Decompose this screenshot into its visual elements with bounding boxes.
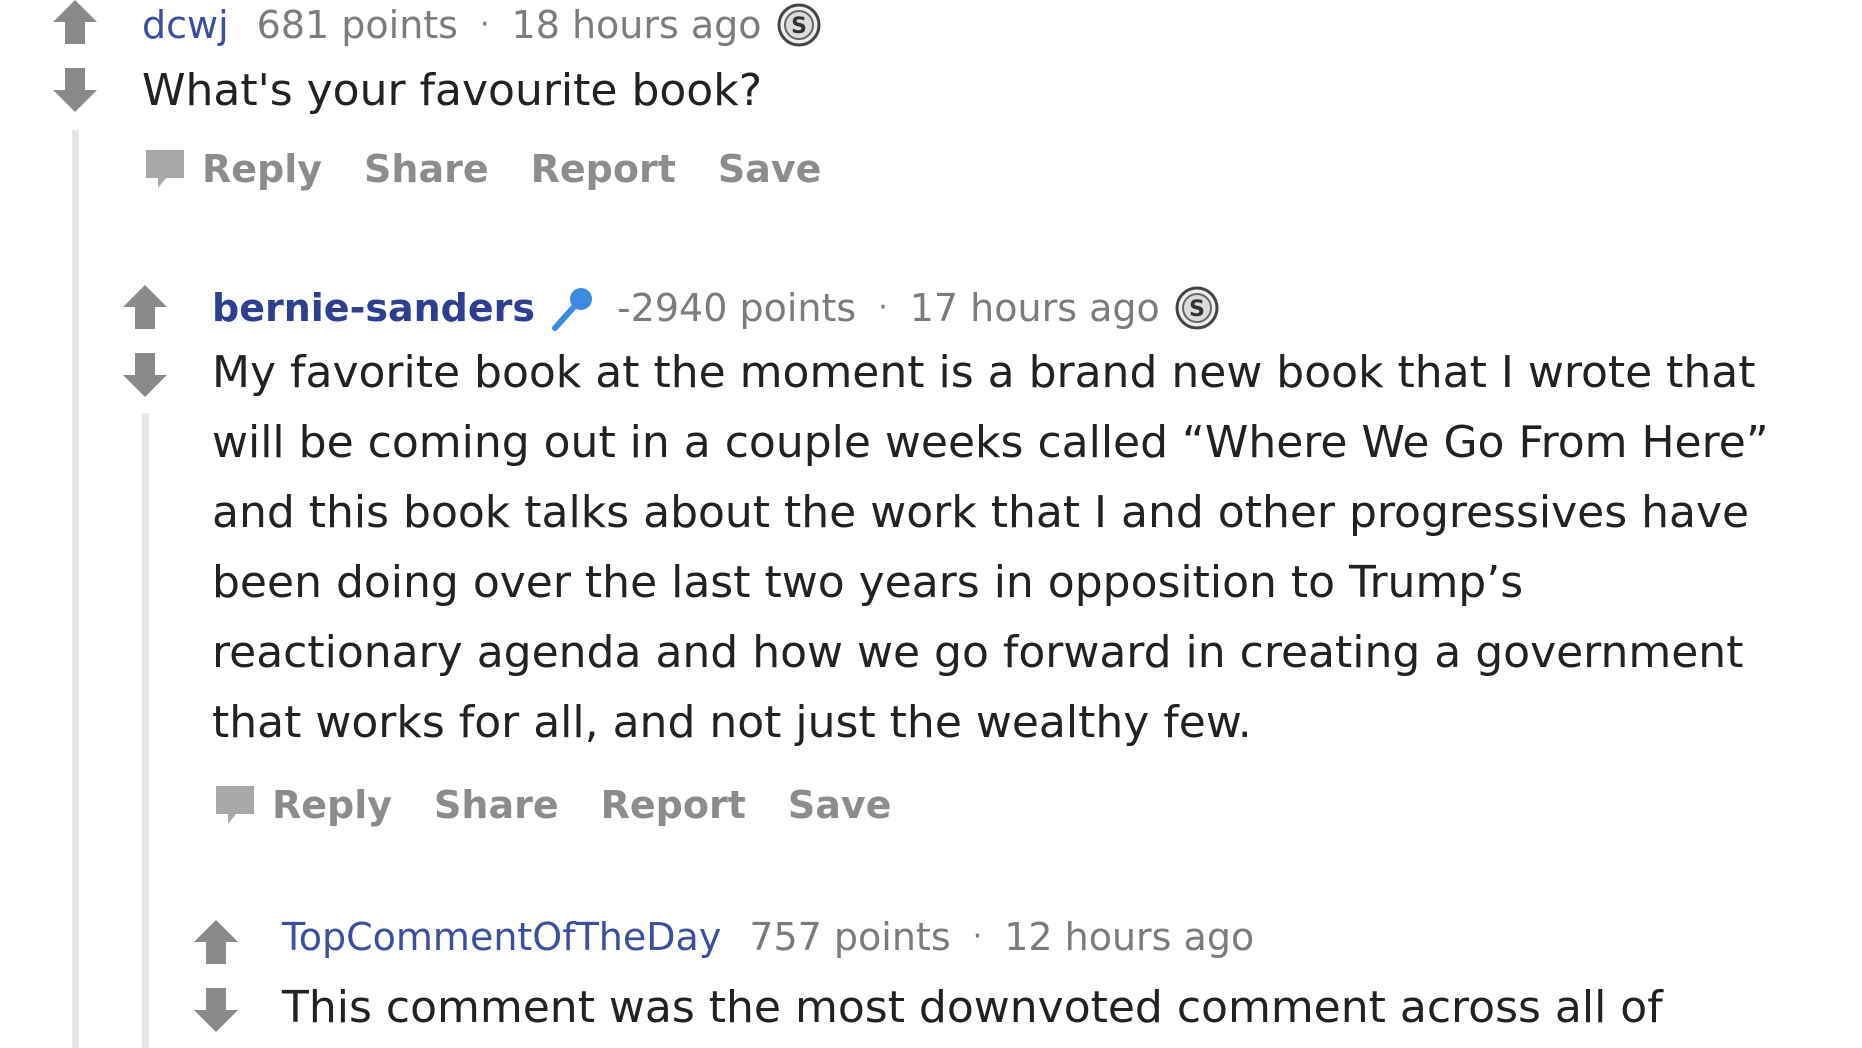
share-button[interactable]: Share <box>434 783 559 827</box>
thread-line-level-1[interactable] <box>72 130 79 1048</box>
author-link[interactable]: bernie-sanders <box>212 289 535 327</box>
points: 757 points <box>749 915 951 959</box>
silver-award-icon[interactable]: S <box>1174 285 1220 331</box>
upvote-arrow-icon[interactable] <box>121 283 169 331</box>
save-button[interactable]: Save <box>718 147 822 191</box>
author-link[interactable]: TopCommentOfTheDay <box>282 918 721 956</box>
svg-text:S: S <box>1189 297 1205 322</box>
share-button[interactable]: Share <box>364 147 489 191</box>
comment-body: My favorite book at the moment is a bran… <box>212 347 1769 748</box>
comment-body: What's your favourite book? <box>142 65 763 116</box>
comment-actions: Reply Share Report Save <box>142 146 863 192</box>
timestamp[interactable]: 18 hours ago <box>512 6 762 44</box>
comment-meta: TopCommentOfTheDay 757 points · 12 hours… <box>282 918 1254 956</box>
report-button[interactable]: Report <box>531 147 676 191</box>
author-link[interactable]: dcwj <box>142 6 229 44</box>
points: -2940 points <box>616 286 857 330</box>
comment-actions: Reply Share Report Save <box>212 782 933 828</box>
meta-separator: · <box>479 7 490 42</box>
svg-text:S: S <box>791 14 807 39</box>
timestamp[interactable]: 12 hours ago <box>1004 918 1254 956</box>
downvote-arrow-icon[interactable] <box>121 351 169 399</box>
downvote-arrow-icon[interactable] <box>51 66 99 114</box>
comment-meta: dcwj 681 points · 18 hours ago S <box>142 2 822 48</box>
silver-award-icon[interactable]: S <box>776 2 822 48</box>
reply-button[interactable]: Reply <box>272 783 392 827</box>
save-button[interactable]: Save <box>788 783 892 827</box>
comment-bubble-icon <box>212 782 258 828</box>
reply-button[interactable]: Reply <box>202 147 322 191</box>
thread-line-level-2[interactable] <box>142 413 149 1048</box>
upvote-arrow-icon[interactable] <box>192 918 240 966</box>
comment-bubble-icon <box>142 146 188 192</box>
downvote-arrow-icon[interactable] <box>192 986 240 1034</box>
comment-thread: dcwj 681 points · 18 hours ago S What's … <box>0 0 1862 1048</box>
timestamp[interactable]: 17 hours ago <box>910 289 1160 327</box>
meta-separator: · <box>972 919 983 954</box>
report-button[interactable]: Report <box>601 783 746 827</box>
points: 681 points <box>256 3 458 47</box>
meta-separator: · <box>878 290 888 325</box>
microphone-icon <box>549 284 597 332</box>
comment-meta: bernie-sanders -2940 points · 17 hours a… <box>212 284 1220 332</box>
upvote-arrow-icon[interactable] <box>51 0 99 46</box>
comment-body: This comment was the most downvoted comm… <box>282 982 1663 1033</box>
